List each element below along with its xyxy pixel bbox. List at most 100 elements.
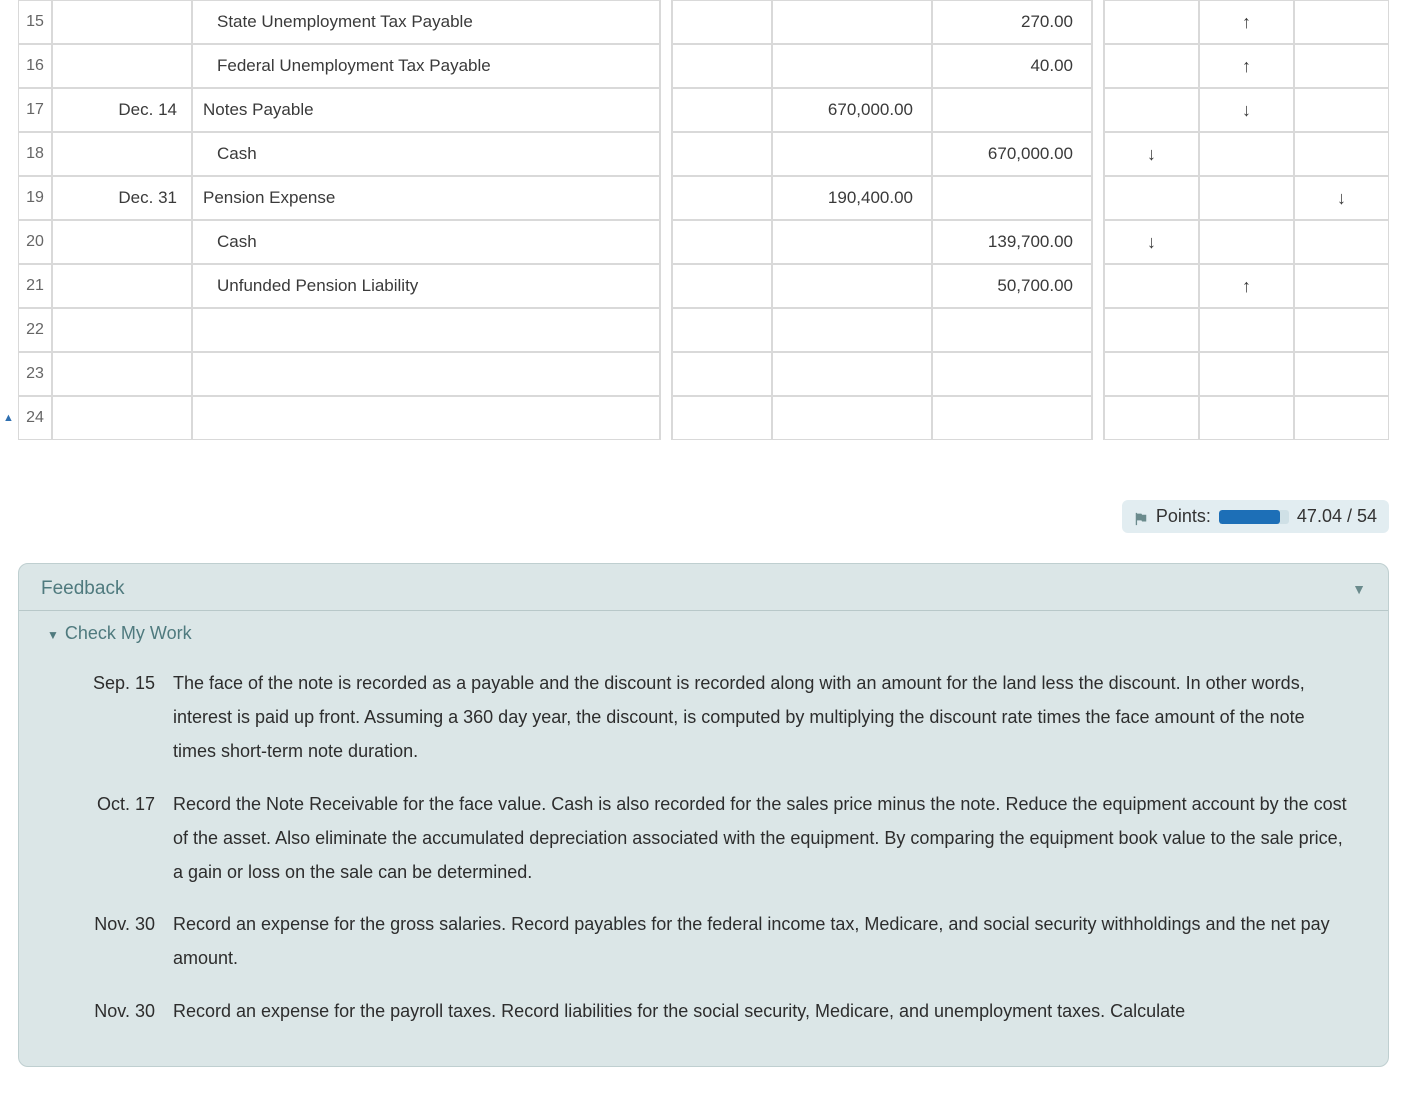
column-gap	[660, 352, 672, 396]
arrow-cell-3[interactable]	[1294, 132, 1389, 176]
check-my-work-toggle[interactable]: ▼Check My Work	[19, 611, 1388, 648]
column-gap	[660, 308, 672, 352]
date-cell[interactable]	[52, 264, 192, 308]
arrow-cell-2[interactable]	[1199, 396, 1294, 440]
credit-cell[interactable]: 50,700.00	[932, 264, 1092, 308]
arrow-cell-3[interactable]	[1294, 308, 1389, 352]
debit-cell[interactable]	[772, 44, 932, 88]
feedback-header[interactable]: Feedback ▼	[19, 564, 1388, 611]
arrow-cell-3[interactable]	[1294, 352, 1389, 396]
column-gap	[1092, 88, 1104, 132]
description-cell[interactable]: Notes Payable	[192, 88, 660, 132]
date-cell[interactable]	[52, 396, 192, 440]
row-number: 15	[18, 0, 52, 44]
chevron-down-icon[interactable]: ▼	[1352, 581, 1366, 597]
arrow-cell-1[interactable]	[1104, 352, 1199, 396]
arrow-cell-1[interactable]	[1104, 176, 1199, 220]
blank-cell[interactable]	[672, 352, 772, 396]
debit-cell[interactable]	[772, 132, 932, 176]
feedback-item-date: Oct. 17	[79, 787, 155, 890]
date-cell[interactable]	[52, 352, 192, 396]
credit-cell[interactable]	[932, 308, 1092, 352]
description-cell[interactable]: Cash	[192, 220, 660, 264]
arrow-cell-2[interactable]	[1199, 176, 1294, 220]
blank-cell[interactable]	[672, 264, 772, 308]
arrow-cell-3[interactable]	[1294, 220, 1389, 264]
description-cell[interactable]	[192, 396, 660, 440]
arrow-cell-3[interactable]: ↓	[1294, 176, 1389, 220]
description-cell[interactable]: State Unemployment Tax Payable	[192, 0, 660, 44]
feedback-item-date: Nov. 30	[79, 994, 155, 1028]
credit-cell[interactable]: 670,000.00	[932, 132, 1092, 176]
arrow-cell-3[interactable]	[1294, 0, 1389, 44]
credit-cell[interactable]: 270.00	[932, 0, 1092, 44]
credit-cell[interactable]	[932, 352, 1092, 396]
description-cell[interactable]: Federal Unemployment Tax Payable	[192, 44, 660, 88]
date-cell[interactable]	[52, 132, 192, 176]
description-cell[interactable]: Cash	[192, 132, 660, 176]
description-cell[interactable]	[192, 308, 660, 352]
column-gap	[1092, 220, 1104, 264]
debit-cell[interactable]	[772, 308, 932, 352]
arrow-cell-2[interactable]: ↑	[1199, 44, 1294, 88]
arrow-cell-1[interactable]	[1104, 396, 1199, 440]
arrow-cell-1[interactable]	[1104, 264, 1199, 308]
arrow-cell-2[interactable]: ↑	[1199, 264, 1294, 308]
debit-cell[interactable]: 190,400.00	[772, 176, 932, 220]
feedback-title: Feedback	[41, 578, 124, 600]
debit-cell[interactable]	[772, 264, 932, 308]
debit-cell[interactable]: 670,000.00	[772, 88, 932, 132]
arrow-cell-1[interactable]	[1104, 308, 1199, 352]
arrow-cell-1[interactable]	[1104, 0, 1199, 44]
credit-cell[interactable]	[932, 396, 1092, 440]
date-cell[interactable]	[52, 308, 192, 352]
arrow-cell-1[interactable]	[1104, 44, 1199, 88]
credit-cell[interactable]	[932, 88, 1092, 132]
blank-cell[interactable]	[672, 88, 772, 132]
blank-cell[interactable]	[672, 220, 772, 264]
arrow-cell-2[interactable]	[1199, 352, 1294, 396]
feedback-item-date: Sep. 15	[79, 666, 155, 769]
description-cell[interactable]	[192, 352, 660, 396]
column-gap	[660, 44, 672, 88]
arrow-cell-2[interactable]	[1199, 132, 1294, 176]
credit-cell[interactable]: 40.00	[932, 44, 1092, 88]
date-cell[interactable]: Dec. 14	[52, 88, 192, 132]
credit-cell[interactable]	[932, 176, 1092, 220]
date-cell[interactable]	[52, 44, 192, 88]
table-row: 16Federal Unemployment Tax Payable40.00↑	[18, 44, 1389, 88]
arrow-cell-1[interactable]: ↓	[1104, 132, 1199, 176]
arrow-cell-3[interactable]	[1294, 44, 1389, 88]
column-gap	[660, 0, 672, 44]
date-cell[interactable]	[52, 0, 192, 44]
debit-cell[interactable]	[772, 0, 932, 44]
column-gap	[660, 88, 672, 132]
blank-cell[interactable]	[672, 44, 772, 88]
date-cell[interactable]: Dec. 31	[52, 176, 192, 220]
arrow-cell-3[interactable]	[1294, 264, 1389, 308]
arrow-cell-2[interactable]: ↑	[1199, 0, 1294, 44]
credit-cell[interactable]: 139,700.00	[932, 220, 1092, 264]
arrow-cell-2[interactable]	[1199, 220, 1294, 264]
arrow-cell-2[interactable]	[1199, 308, 1294, 352]
debit-cell[interactable]	[772, 220, 932, 264]
blank-cell[interactable]	[672, 176, 772, 220]
description-cell[interactable]: Pension Expense	[192, 176, 660, 220]
debit-cell[interactable]	[772, 352, 932, 396]
arrow-cell-1[interactable]: ↓	[1104, 220, 1199, 264]
blank-cell[interactable]	[672, 132, 772, 176]
row-number: 23	[18, 352, 52, 396]
blank-cell[interactable]	[672, 396, 772, 440]
row-number: 20	[18, 220, 52, 264]
arrow-cell-1[interactable]	[1104, 88, 1199, 132]
blank-cell[interactable]	[672, 308, 772, 352]
description-cell[interactable]: Unfunded Pension Liability	[192, 264, 660, 308]
table-row: 21Unfunded Pension Liability50,700.00↑	[18, 264, 1389, 308]
arrow-cell-2[interactable]: ↓	[1199, 88, 1294, 132]
debit-cell[interactable]	[772, 396, 932, 440]
arrow-cell-3[interactable]	[1294, 396, 1389, 440]
date-cell[interactable]	[52, 220, 192, 264]
table-row: 17Dec. 14Notes Payable670,000.00↓	[18, 88, 1389, 132]
arrow-cell-3[interactable]	[1294, 88, 1389, 132]
blank-cell[interactable]	[672, 0, 772, 44]
